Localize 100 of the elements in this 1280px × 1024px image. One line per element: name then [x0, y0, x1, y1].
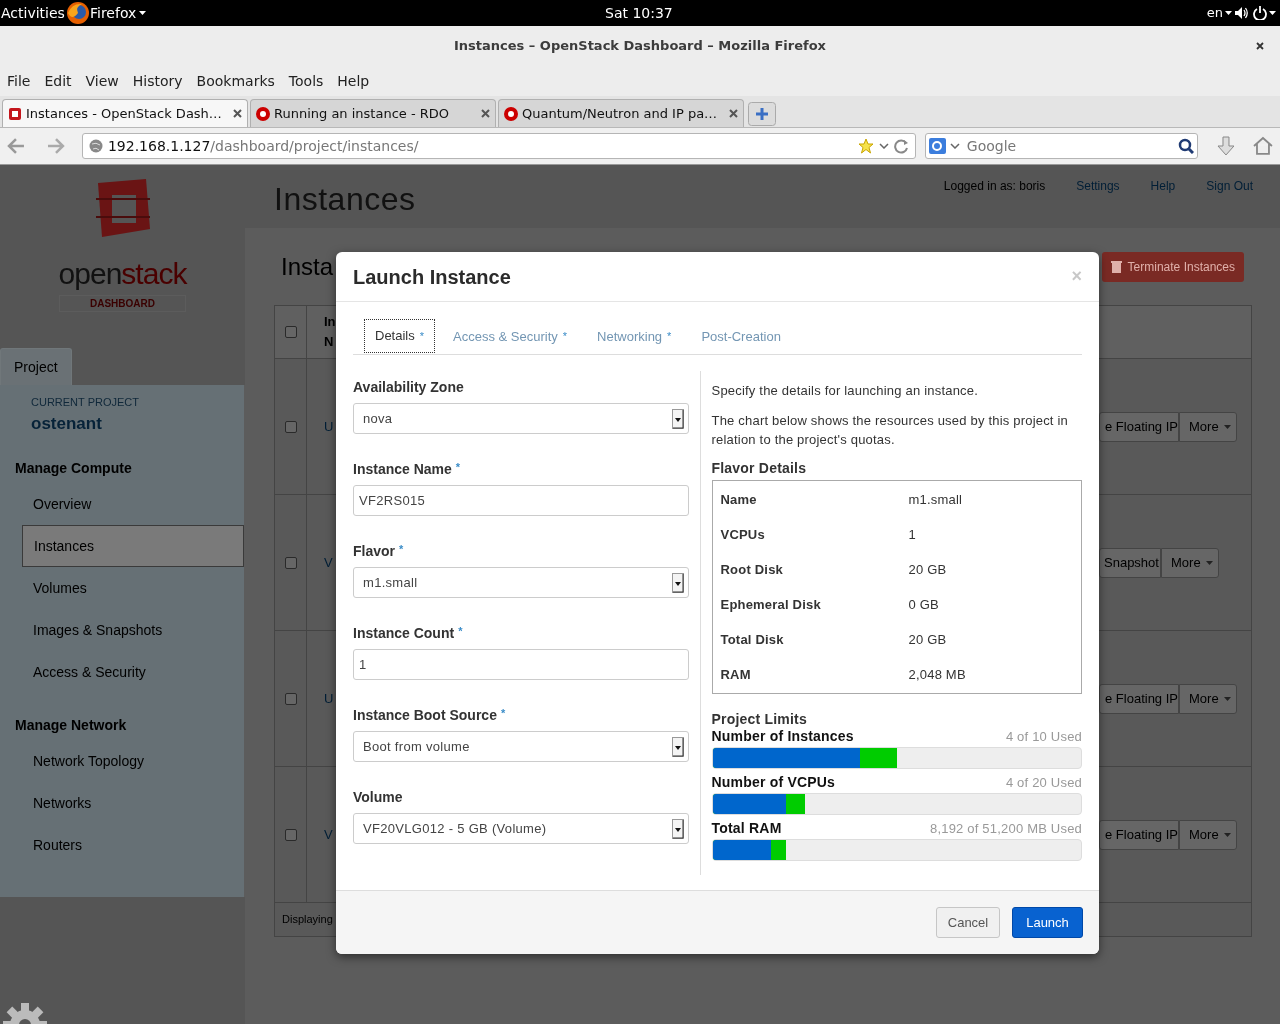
column-header[interactable]: In N — [324, 306, 336, 358]
dropdown-icon[interactable] — [671, 572, 684, 593]
page-title: Instances — [274, 180, 416, 219]
section-heading: Flavor Details — [711, 459, 808, 478]
header-link[interactable]: Help — [1150, 177, 1176, 195]
power-icon[interactable] — [1253, 6, 1267, 20]
firefox-icon — [66, 1, 90, 25]
caret-icon[interactable] — [139, 11, 147, 15]
menu-item[interactable]: View — [85, 70, 119, 92]
action-button[interactable]: More — [1179, 683, 1237, 714]
action-button[interactable]: More — [1179, 819, 1237, 850]
volume-icon[interactable] — [1234, 6, 1249, 20]
dropdown-icon[interactable] — [671, 408, 684, 429]
home-icon[interactable] — [1252, 135, 1274, 157]
header-link[interactable]: Settings — [1076, 177, 1120, 195]
project-label: CURRENT PROJECT — [31, 395, 140, 410]
search-field[interactable]: Google — [924, 133, 1199, 159]
dialog-tab[interactable]: Details * — [364, 319, 436, 353]
detail-label: VCPUs — [720, 525, 766, 544]
detail-value: 20 GB — [908, 630, 947, 649]
brand-subtitle: DASHBOARD — [59, 295, 186, 312]
address-bar[interactable]: 192.168.1.127/dashboard/project/instances/ — [81, 133, 916, 159]
user-label: Logged in as: boris — [943, 178, 1046, 195]
detail-label: Ephemeral Disk — [720, 595, 822, 614]
sidebar-item[interactable]: Instances — [22, 525, 244, 567]
menu-item[interactable]: Tools — [288, 70, 324, 92]
close-icon[interactable] — [729, 109, 738, 118]
sidebar-item[interactable]: Images & Snapshots — [22, 609, 244, 651]
input-field[interactable]: VF2RS015 — [353, 485, 689, 516]
star-icon[interactable] — [857, 138, 874, 154]
browser-tab[interactable]: Quantum/Neutron and IP pa… — [498, 99, 744, 127]
dialog-tab[interactable]: Access & Security * — [443, 320, 578, 354]
input-field[interactable]: 1 — [353, 649, 689, 680]
select-field[interactable]: m1.small — [353, 567, 689, 598]
select-field[interactable]: nova — [353, 403, 689, 434]
menu-item[interactable]: Help — [337, 70, 370, 92]
checkbox[interactable] — [284, 556, 297, 569]
clock[interactable]: Sat 10:37 — [605, 2, 673, 24]
sidebar-item[interactable]: Volumes — [22, 567, 244, 609]
meter-label: Total RAM — [711, 820, 782, 837]
launch-button[interactable]: Launch — [1012, 907, 1083, 938]
checkbox[interactable] — [284, 326, 297, 338]
action-button[interactable]: e Floating IP — [1099, 683, 1179, 714]
caret-icon[interactable] — [1269, 11, 1276, 15]
select-field[interactable]: Boot from volume — [353, 731, 689, 762]
menu-item[interactable]: Edit — [44, 70, 72, 92]
keyboard-layout[interactable]: en — [1206, 3, 1223, 23]
project-name[interactable]: ostenant — [31, 410, 244, 436]
sidebar-item[interactable]: Routers — [22, 824, 244, 866]
close-icon[interactable] — [233, 109, 242, 118]
dropdown-icon[interactable] — [671, 818, 684, 839]
reload-icon[interactable] — [893, 138, 909, 154]
meter-reading: 8,192 of 51,200 MB Used — [929, 820, 1082, 837]
action-button[interactable]: e Floating IP — [1099, 819, 1179, 850]
field-label: Instance Name * — [353, 459, 462, 479]
header-link[interactable]: Sign Out — [1206, 177, 1253, 195]
sidebar-item[interactable]: Network Topology — [22, 740, 244, 782]
sidebar-item[interactable]: Overview — [22, 483, 244, 525]
instance-link[interactable]: U — [324, 688, 334, 709]
detail-value: 1 — [908, 525, 916, 544]
instance-link[interactable]: V — [324, 552, 333, 573]
new-tab-button[interactable] — [748, 102, 776, 126]
project-tab[interactable]: Project — [0, 348, 72, 385]
dialog-tab[interactable]: Networking * — [587, 320, 682, 354]
dropdown-icon[interactable] — [671, 736, 684, 757]
menu-item[interactable]: Bookmarks — [196, 70, 275, 92]
sidebar-item[interactable]: Access & Security — [22, 651, 244, 693]
detail-value: m1.small — [908, 490, 963, 509]
search-engine-icon[interactable] — [928, 138, 946, 154]
checkbox[interactable] — [284, 420, 297, 433]
action-button[interactable]: Snapshot — [1099, 547, 1161, 578]
menu-item[interactable]: File — [7, 70, 31, 92]
action-button[interactable]: More — [1179, 411, 1237, 442]
menu-item[interactable]: History — [132, 70, 183, 92]
detail-value: 20 GB — [908, 560, 947, 579]
action-button[interactable]: More — [1161, 547, 1219, 578]
browser-tab[interactable]: Running an instance - RDO — [250, 99, 496, 127]
caret-icon[interactable] — [1225, 11, 1232, 15]
dialog-tab[interactable]: Post-Creation — [691, 320, 791, 354]
checkbox[interactable] — [284, 692, 297, 705]
browser-tab[interactable]: Instances - OpenStack Dash… — [2, 99, 248, 127]
instance-link[interactable]: U — [324, 416, 334, 437]
action-button[interactable]: e Floating IP — [1099, 411, 1179, 442]
cancel-button[interactable]: Cancel — [936, 907, 1000, 938]
section-heading: Manage Compute — [15, 459, 133, 478]
field-label: Volume — [353, 787, 404, 807]
globe-icon — [88, 139, 103, 153]
section-heading: Manage Network — [15, 716, 128, 735]
sidebar-item[interactable]: Networks — [22, 782, 244, 824]
instance-link[interactable]: V — [324, 824, 333, 845]
activities-button[interactable]: Activities — [0, 2, 66, 24]
select-field[interactable]: VF20VLG012 - 5 GB (Volume) — [353, 813, 689, 844]
app-menu[interactable]: Firefox — [90, 2, 137, 24]
terminate-button[interactable]: Terminate Instances — [1101, 251, 1244, 282]
checkbox[interactable] — [284, 828, 297, 841]
url-text: 192.168.1.127/dashboard/project/instances/ — [107, 136, 419, 156]
close-icon[interactable] — [481, 109, 490, 118]
close-icon[interactable] — [1256, 42, 1264, 50]
search-icon[interactable] — [1178, 138, 1195, 154]
gear-icon[interactable] — [1, 1001, 49, 1024]
